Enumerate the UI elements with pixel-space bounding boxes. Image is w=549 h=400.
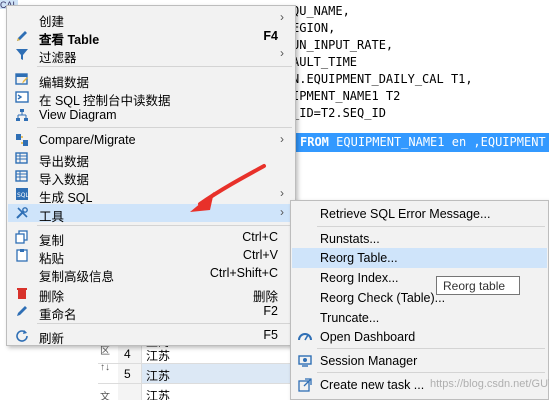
- sql-console-icon: [15, 90, 29, 104]
- sql-keyword: FROM: [300, 135, 329, 149]
- code-line: IPMENT_NAME1 T2: [292, 89, 401, 103]
- code-line: EGION,: [292, 21, 336, 35]
- panel-side-label: 文: [100, 392, 110, 400]
- filter-icon: [15, 47, 29, 61]
- menu-item-copy[interactable]: 复制 Ctrl+C: [8, 228, 294, 248]
- code-line: QU_NAME,: [292, 4, 350, 18]
- menu-item-edit-data[interactable]: 编辑数据: [8, 70, 294, 90]
- submenu-item-label: Reorg Table...: [320, 251, 398, 265]
- menu-item-label: 过滤器: [39, 51, 77, 65]
- refresh-icon: [15, 328, 29, 342]
- table-row[interactable]: 4 江苏: [98, 344, 298, 364]
- menu-separator: [37, 66, 292, 67]
- submenu-arrow-icon: ›: [280, 46, 284, 60]
- submenu-item-truncate[interactable]: Truncate...: [292, 308, 547, 328]
- delete-icon: [15, 286, 29, 300]
- session-manager-icon: [298, 354, 312, 368]
- menu-item-label: 重命名: [39, 308, 77, 322]
- region-cell[interactable]: 江苏: [142, 364, 292, 384]
- submenu-item-label: Retrieve SQL Error Message...: [320, 207, 491, 221]
- submenu-item-label: Truncate...: [320, 311, 380, 325]
- dashboard-icon: [298, 330, 312, 344]
- tooltip: Reorg table: [436, 276, 520, 295]
- menu-item-label: View Diagram: [39, 108, 117, 122]
- diagram-icon: [15, 108, 29, 122]
- menu-item-shortcut: F5: [263, 328, 278, 342]
- red-arrow-annotation: [190, 164, 266, 212]
- region-cell[interactable]: 江苏: [142, 344, 292, 364]
- code-line: _ID=T2.SEQ_ID: [292, 106, 386, 120]
- menu-item-label: 刷新: [39, 332, 65, 346]
- selected-code-line: FROM EQUIPMENT_NAME1 en ,EQUIPMENT: [292, 133, 549, 152]
- menu-item-shortcut: Ctrl+Shift+C: [209, 266, 278, 280]
- code-line: AULT_TIME: [292, 55, 358, 69]
- submenu-arrow-icon: ›: [280, 10, 284, 24]
- menu-item-compare-migrate[interactable]: Compare/Migrate ›: [8, 131, 294, 149]
- menu-item-create[interactable]: 创建 ›: [8, 9, 294, 29]
- compare-icon: [15, 133, 29, 147]
- menu-item-refresh[interactable]: 刷新 F5: [8, 326, 294, 346]
- selected-code-text: EQUIPMENT_NAME1 en ,EQUIPMENT: [336, 135, 546, 149]
- submenu-arrow-icon: ›: [280, 132, 284, 146]
- code-line: N.EQUIPMENT_DAILY_CAL T1,: [292, 72, 473, 86]
- pencil-icon: [15, 29, 29, 43]
- tools-submenu: Retrieve SQL Error Message... Runstats..…: [290, 200, 549, 400]
- menu-item-shortcut: Ctrl+C: [242, 230, 278, 244]
- submenu-item-label: Create new task ...: [320, 378, 425, 392]
- row-index: 4: [118, 344, 142, 364]
- import-icon: [15, 169, 29, 183]
- paste-icon: [15, 248, 29, 262]
- menu-item-read-in-sql-console[interactable]: 在 SQL 控制台中读数据: [8, 88, 294, 108]
- submenu-item-label: Reorg Index...: [320, 271, 399, 285]
- menu-item-shortcut: F4: [263, 29, 278, 43]
- tools-icon: [15, 206, 29, 220]
- edit-data-icon: [15, 72, 29, 86]
- menu-separator: [37, 225, 292, 226]
- table-row[interactable]: 5 江苏: [98, 364, 298, 384]
- submenu-item-session-manager[interactable]: Session Manager: [292, 351, 547, 371]
- menu-separator: [37, 127, 292, 128]
- export-icon: [15, 151, 29, 165]
- task-icon: [298, 378, 312, 392]
- sort-icon[interactable]: ↑↓: [100, 362, 110, 373]
- copy-icon: [15, 230, 29, 244]
- menu-separator: [37, 323, 292, 324]
- grid-line: [98, 363, 298, 364]
- submenu-item-open-dashboard[interactable]: Open Dashboard: [292, 327, 547, 347]
- region-cell[interactable]: 江苏: [142, 384, 292, 400]
- menu-separator: [317, 372, 545, 373]
- menu-item-label: 工具: [39, 210, 65, 224]
- menu-item-shortcut: F2: [263, 304, 278, 318]
- submenu-item-reorg-table[interactable]: Reorg Table...: [292, 248, 547, 268]
- submenu-item-label: Session Manager: [320, 354, 418, 368]
- menu-item-view-table[interactable]: 查看 Table F4: [8, 27, 294, 47]
- submenu-item-runstats[interactable]: Runstats...: [292, 229, 547, 249]
- table-row[interactable]: 江苏: [98, 384, 298, 400]
- menu-item-shortcut: Ctrl+V: [242, 248, 278, 262]
- menu-item-rename[interactable]: 重命名 F2: [8, 302, 294, 322]
- menu-item-paste[interactable]: 粘贴 Ctrl+V: [8, 246, 294, 266]
- submenu-item-retrieve-sql-error[interactable]: Retrieve SQL Error Message...: [292, 204, 547, 224]
- menu-item-filter[interactable]: 过滤器 ›: [8, 45, 294, 65]
- row-index: 5: [118, 364, 142, 384]
- menu-item-view-diagram[interactable]: View Diagram: [8, 106, 294, 124]
- rename-icon: [15, 304, 29, 318]
- submenu-item-label: Runstats...: [320, 232, 380, 246]
- menu-item-label: 复制高级信息: [39, 270, 115, 284]
- submenu-item-label: Reorg Check (Table)...: [320, 291, 446, 305]
- grid-line: [98, 383, 298, 384]
- watermark: https://blog.csdn.net/GUYyyy: [430, 378, 549, 390]
- menu-item-delete[interactable]: 删除 删除: [8, 284, 294, 304]
- code-line: UN_INPUT_RATE,: [292, 38, 394, 52]
- menu-separator: [317, 348, 545, 349]
- menu-separator: [317, 226, 545, 227]
- submenu-item-label: Open Dashboard: [320, 330, 416, 344]
- generate-sql-icon: SQL: [15, 187, 30, 201]
- menu-item-copy-advanced[interactable]: 复制高级信息 Ctrl+Shift+C: [8, 264, 294, 284]
- svg-text:SQL: SQL: [17, 192, 29, 199]
- menu-item-label: Compare/Migrate: [39, 133, 136, 147]
- row-index: [118, 384, 142, 400]
